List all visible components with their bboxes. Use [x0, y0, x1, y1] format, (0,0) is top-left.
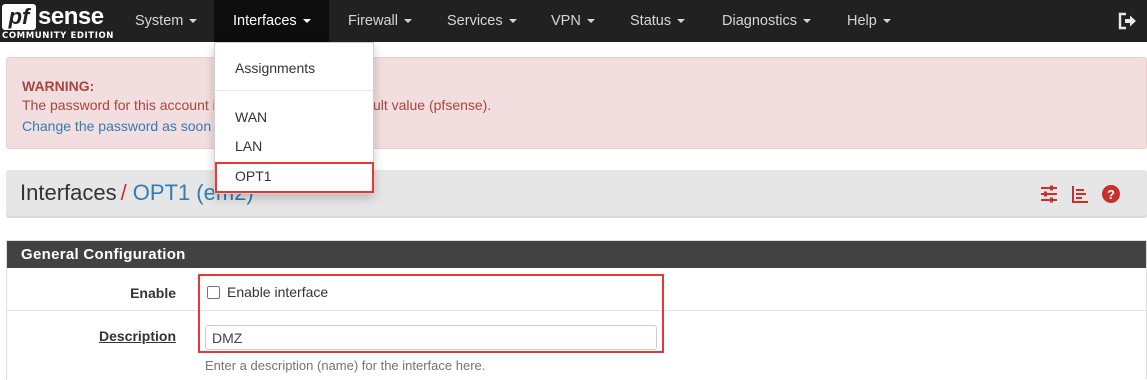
logout-icon[interactable] — [1117, 11, 1137, 31]
nav-help-label: Help — [847, 13, 877, 29]
description-help-text: Enter a description (name) for the inter… — [205, 358, 486, 373]
chevron-down-icon — [802, 19, 811, 24]
enable-interface-checkbox[interactable] — [207, 286, 220, 299]
nav-interfaces-label: Interfaces — [233, 13, 297, 29]
nav-status-label: Status — [630, 13, 672, 29]
nav-interfaces[interactable]: Interfaces — [214, 0, 329, 42]
help-icon[interactable]: ? — [1101, 184, 1121, 204]
svg-text:?: ? — [1107, 187, 1115, 202]
interfaces-dropdown-menu: Assignments WAN LAN OPT1 — [214, 42, 374, 194]
nav-vpn[interactable]: VPN — [536, 0, 610, 42]
nav-diagnostics-label: Diagnostics — [722, 13, 797, 29]
breadcrumb: Interfaces / OPT1 (em2) ? — [6, 170, 1147, 218]
nav-diagnostics[interactable]: Diagnostics — [707, 0, 826, 42]
chevron-down-icon — [302, 19, 311, 24]
enable-label: Enable — [130, 285, 176, 301]
enable-interface-checkbox-label[interactable]: Enable interface — [227, 284, 328, 300]
default-password-warning: WARNING: The password for this account i… — [6, 57, 1147, 149]
settings-sliders-icon[interactable] — [1039, 184, 1059, 204]
breadcrumb-separator: / — [120, 180, 127, 205]
panel-heading: General Configuration — [7, 241, 1146, 268]
nav-help[interactable]: Help — [832, 0, 906, 42]
nav-firewall-label: Firewall — [348, 13, 398, 29]
top-navbar: pf sense COMMUNITY EDITION System Interf… — [0, 0, 1147, 42]
chevron-down-icon — [677, 19, 686, 24]
chevron-down-icon — [189, 19, 198, 24]
nav-services[interactable]: Services — [432, 0, 532, 42]
logo-edition: COMMUNITY EDITION — [2, 31, 114, 41]
general-configuration-panel: General Configuration Enable Enable inte… — [6, 240, 1147, 379]
breadcrumb-section[interactable]: Interfaces — [20, 180, 117, 205]
menu-item-assignments[interactable]: Assignments — [215, 54, 373, 82]
pfsense-logo[interactable]: pf sense COMMUNITY EDITION — [0, 2, 113, 42]
menu-item-wan[interactable]: WAN — [215, 103, 373, 131]
menu-item-lan[interactable]: LAN — [215, 132, 373, 160]
nav-services-label: Services — [447, 13, 503, 29]
enable-row: Enable Enable interface — [7, 268, 1146, 311]
logo-sense: sense — [38, 3, 104, 30]
description-row: Description Enter a description (name) f… — [7, 311, 1146, 380]
nav-system-label: System — [135, 13, 184, 29]
nav-vpn-label: VPN — [551, 13, 581, 29]
chevron-down-icon — [508, 19, 517, 24]
chevron-down-icon — [403, 19, 412, 24]
list-chart-icon[interactable] — [1070, 184, 1090, 204]
menu-divider — [215, 90, 373, 91]
warning-title: WARNING: — [22, 78, 95, 94]
description-input[interactable] — [205, 325, 657, 350]
chevron-down-icon — [882, 19, 891, 24]
nav-status[interactable]: Status — [615, 0, 700, 42]
nav-firewall[interactable]: Firewall — [333, 0, 427, 42]
menu-item-opt1[interactable]: OPT1 — [215, 162, 373, 190]
chevron-down-icon — [586, 19, 595, 24]
nav-system[interactable]: System — [120, 0, 212, 42]
logo-pf: pf — [2, 4, 36, 30]
description-label: Description — [98, 328, 176, 344]
